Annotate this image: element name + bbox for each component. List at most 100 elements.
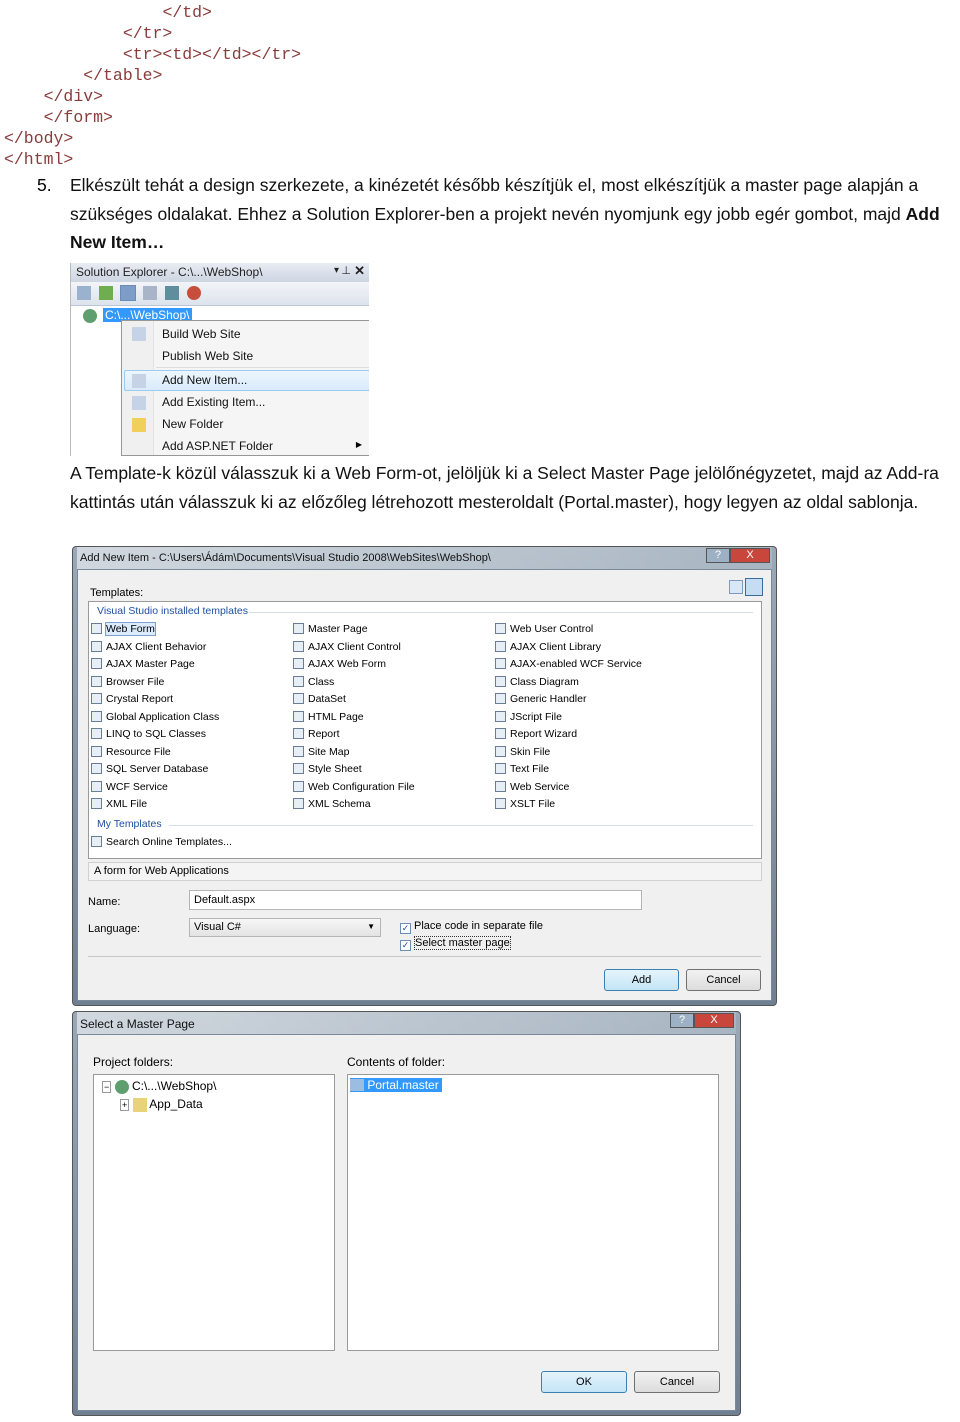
menu-item-build-web-site[interactable]: Build Web Site — [162, 327, 241, 341]
add-new-item-dialog: Add New Item - C:\Users\Ádám\Documents\V… — [72, 546, 777, 1006]
select-master-page-checkbox[interactable]: ✓ Select master page — [400, 936, 511, 951]
template-item[interactable]: Report Wizard — [495, 728, 577, 740]
name-input[interactable]: Default.aspx — [189, 890, 642, 910]
template-item[interactable]: SQL Server Database — [91, 763, 208, 775]
cancel-button[interactable]: Cancel — [686, 969, 761, 991]
template-item[interactable]: Style Sheet — [293, 763, 362, 775]
template-item[interactable]: XML File — [91, 798, 147, 810]
master-file-icon — [350, 1079, 364, 1091]
template-item[interactable]: AJAX Client Library — [495, 640, 601, 653]
tree-node-root[interactable]: − C:\...\WebShop\ — [102, 1079, 216, 1094]
template-item[interactable]: Report — [293, 728, 340, 740]
checkbox-checked-icon: ✓ — [400, 923, 411, 934]
template-item[interactable]: Web Service — [495, 780, 569, 793]
template-icon — [91, 693, 102, 704]
menu-item-add-aspnet-folder[interactable]: Add ASP.NET Folder — [162, 439, 273, 453]
menu-item-publish-web-site[interactable]: Publish Web Site — [162, 349, 253, 363]
template-item[interactable]: LINQ to SQL Classes — [91, 728, 206, 740]
context-menu: Build Web Site Publish Web Site Add New … — [121, 320, 369, 456]
help-button[interactable]: ? — [706, 548, 730, 563]
asp-config-icon[interactable] — [187, 286, 201, 300]
ok-button[interactable]: OK — [541, 1371, 627, 1393]
template-item[interactable]: Master Page — [293, 623, 368, 635]
template-label: Global Application Class — [106, 710, 220, 723]
template-label: Style Sheet — [308, 763, 362, 775]
view-designer-icon[interactable] — [143, 286, 157, 300]
step-number: 5. — [37, 175, 52, 195]
template-label: Web Configuration File — [308, 780, 415, 793]
add-existing-item-icon — [132, 396, 146, 410]
template-icon — [495, 710, 506, 722]
code-line: </td> — [4, 2, 301, 23]
project-folders-tree[interactable]: − C:\...\WebShop\ + App_Data — [93, 1074, 335, 1351]
close-icon[interactable]: ✕ — [354, 263, 365, 279]
template-item[interactable]: DataSet — [293, 693, 346, 705]
menu-item-add-existing-item[interactable]: Add Existing Item... — [162, 395, 265, 409]
template-item[interactable]: Web Configuration File — [293, 780, 415, 793]
language-select[interactable]: Visual C# ▼ — [189, 918, 381, 937]
template-search-online[interactable]: Search Online Templates... — [91, 836, 232, 848]
tree-node-app-data[interactable]: + App_Data — [120, 1097, 203, 1112]
template-icon — [91, 658, 102, 669]
place-code-checkbox[interactable]: ✓ Place code in separate file — [400, 920, 543, 934]
menu-item-new-folder[interactable]: New Folder — [162, 417, 223, 431]
close-button[interactable]: X — [730, 548, 770, 563]
templates-list[interactable]: Visual Studio installed templates My Tem… — [88, 601, 762, 859]
refresh-icon[interactable] — [99, 286, 113, 300]
template-item[interactable]: Web Form — [91, 622, 156, 636]
template-item[interactable]: Web User Control — [495, 623, 593, 635]
template-item[interactable]: Generic Handler — [495, 693, 586, 705]
template-item[interactable]: AJAX Client Behavior — [91, 640, 207, 653]
solution-explorer-title: Solution Explorer - C:\...\WebShop\ — [76, 265, 263, 279]
code-snippet: </td> </tr> <tr><td></td></tr> </table> … — [4, 2, 301, 170]
dropdown-icon[interactable]: ▾ — [334, 265, 339, 276]
template-item[interactable]: Browser File — [91, 675, 164, 688]
template-item[interactable]: Site Map — [293, 745, 349, 758]
nest-files-icon[interactable] — [120, 285, 136, 301]
template-icon — [91, 728, 102, 739]
template-icon — [91, 675, 102, 687]
large-icons-view-icon[interactable] — [729, 580, 743, 594]
template-label: Class Diagram — [510, 675, 579, 688]
menu-item-add-new-item[interactable]: Add New Item... — [162, 373, 247, 387]
code-text: </html> — [4, 150, 74, 169]
template-item[interactable]: Text File — [495, 763, 549, 775]
template-icon — [495, 798, 506, 809]
copy-website-icon[interactable] — [165, 286, 179, 300]
pin-icon[interactable]: ⊥ — [341, 264, 351, 277]
folder-contents-list[interactable]: Portal.master — [347, 1074, 719, 1351]
template-item[interactable]: HTML Page — [293, 710, 364, 723]
template-item[interactable]: Class Diagram — [495, 675, 579, 688]
template-item[interactable]: Skin File — [495, 745, 551, 758]
cancel-button[interactable]: Cancel — [634, 1371, 720, 1393]
close-button[interactable]: X — [694, 1013, 734, 1028]
template-item[interactable]: Crystal Report — [91, 693, 173, 705]
add-button[interactable]: Add — [604, 969, 679, 991]
template-item[interactable]: AJAX-enabled WCF Service — [495, 658, 642, 670]
template-label: Master Page — [308, 623, 368, 635]
template-item[interactable]: Global Application Class — [91, 710, 220, 723]
template-item[interactable]: AJAX Master Page — [91, 658, 195, 670]
template-item[interactable]: WCF Service — [91, 780, 168, 793]
template-item[interactable]: JScript File — [495, 710, 562, 723]
small-icons-view-icon[interactable] — [745, 578, 763, 596]
collapse-icon[interactable]: − — [102, 1081, 112, 1093]
template-icon — [495, 745, 506, 757]
template-item[interactable]: Class — [293, 675, 334, 688]
template-icon — [293, 763, 304, 774]
template-item[interactable]: Resource File — [91, 745, 171, 758]
properties-icon[interactable] — [77, 286, 91, 300]
help-button[interactable]: ? — [670, 1013, 694, 1028]
template-item[interactable]: XML Schema — [293, 798, 371, 810]
file-item-portal-master[interactable]: Portal.master — [350, 1078, 442, 1092]
template-label: Skin File — [510, 745, 551, 758]
template-label: Web Form — [105, 622, 156, 636]
template-icon — [293, 745, 304, 757]
template-label: AJAX Client Behavior — [106, 640, 207, 653]
template-item[interactable]: AJAX Web Form — [293, 658, 386, 670]
dialog-title: Add New Item - C:\Users\Ádám\Documents\V… — [77, 547, 772, 569]
template-item[interactable]: XSLT File — [495, 798, 555, 810]
template-item[interactable]: AJAX Client Control — [293, 640, 401, 653]
expand-icon[interactable]: + — [120, 1099, 130, 1111]
template-icon — [91, 798, 102, 809]
